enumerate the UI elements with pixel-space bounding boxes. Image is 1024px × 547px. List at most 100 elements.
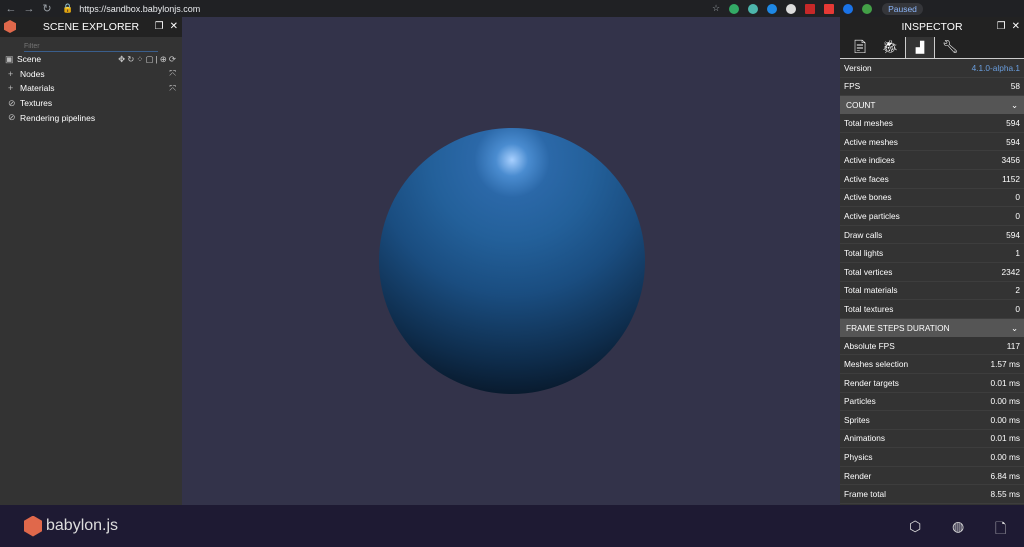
wrench-icon: 🔧︎	[941, 39, 959, 54]
tab-statistics[interactable]: ▟	[905, 36, 935, 58]
inspector-tabs: 📄︎ 🐞︎ ▟ 🔧︎	[840, 36, 1024, 59]
row-value: 117	[1006, 340, 1020, 351]
extension-icon[interactable]	[767, 3, 778, 14]
tab-properties[interactable]: 📄︎	[845, 36, 875, 58]
stat-row: Render targets 0.01 ms	[840, 374, 1024, 393]
row-label: Active particles	[844, 210, 900, 221]
browser-toolbar: ← → ↻ 🔒 https://sandbox.babylonjs.com ☆ P…	[0, 0, 1024, 17]
image-icon: ▣	[5, 53, 14, 64]
expand-icon[interactable]: ⤧	[169, 68, 178, 79]
count-section-header[interactable]: COUNT ⌄	[840, 96, 1024, 115]
edit-cube-icon[interactable]: ⬡	[909, 518, 921, 535]
sphere-mesh	[379, 128, 645, 394]
frame-steps-section-header[interactable]: FRAME STEPS DURATION ⌄	[840, 318, 1024, 337]
row-label: Total lights	[844, 248, 884, 259]
tab-tools[interactable]: 🔧︎	[935, 36, 965, 58]
plus-icon: +	[8, 83, 14, 94]
forward-icon[interactable]: →	[22, 3, 36, 15]
row-label: Total textures	[844, 303, 894, 314]
row-value: 0	[1015, 303, 1020, 314]
extension-icon[interactable]	[824, 3, 835, 14]
gizmo-tools[interactable]: ✥↻⁘▢|⊕⟳	[118, 54, 178, 65]
section-title: COUNT	[846, 100, 876, 111]
chart-icon: ▟	[915, 42, 925, 54]
row-label: FPS	[844, 81, 861, 92]
babylon-logo[interactable]: babylon.js	[24, 515, 119, 537]
scene-explorer-header: SCENE EXPLORER ❐ ✕	[0, 17, 182, 37]
stat-row: Render 6.84 ms	[840, 467, 1024, 486]
row-value: 2342	[1001, 266, 1020, 277]
row-value: 58	[1010, 81, 1020, 92]
reload-icon[interactable]: ↻	[40, 2, 54, 15]
open-file-icon[interactable]: 🗋︎	[995, 518, 1006, 542]
ban-icon: ⊘	[8, 112, 16, 123]
row-label: Version	[844, 62, 872, 73]
version-link[interactable]: 4.1.0-alpha.1	[972, 63, 1020, 73]
stat-row: Total textures 0	[840, 300, 1024, 319]
row-label: Physics	[844, 452, 873, 463]
row-label: Active bones	[844, 192, 892, 203]
stat-row: Meshes selection 1.57 ms	[840, 355, 1024, 374]
stat-row: Frame total 8.55 ms	[840, 485, 1024, 505]
row-label: Sprites	[844, 414, 870, 425]
extension-icon[interactable]	[862, 3, 873, 14]
close-icon[interactable]: ✕	[170, 21, 178, 32]
row-value: 594	[1006, 229, 1020, 240]
expand-icon[interactable]: ⤧	[169, 83, 178, 94]
row-label: Particles	[844, 396, 876, 407]
tree-item-scene[interactable]: ▣ Scene ✥↻⁘▢|⊕⟳	[0, 52, 182, 67]
tree-item-label: Rendering pipelines	[20, 112, 96, 123]
stat-row: Active bones 0	[840, 189, 1024, 208]
profile-button[interactable]: Paused	[882, 2, 923, 15]
stat-row: Active faces 1152	[840, 170, 1024, 189]
tree-item-rendering-pipelines[interactable]: ⊘ Rendering pipelines	[0, 110, 182, 125]
document-icon: 📄︎	[851, 39, 869, 54]
extension-icon[interactable]	[729, 3, 740, 14]
row-label: Active indices	[844, 155, 895, 166]
row-label: Animations	[844, 433, 886, 444]
panel-title: SCENE EXPLORER	[42, 21, 140, 33]
extension-icon[interactable]	[843, 3, 854, 14]
chevron-down-icon: ⌄	[1011, 322, 1018, 333]
address-bar[interactable]: 🔒 https://sandbox.babylonjs.com	[62, 1, 662, 16]
tree-item-label: Materials	[20, 83, 55, 94]
plus-icon: +	[8, 68, 14, 79]
row-value: 1	[1015, 248, 1020, 259]
extension-icon[interactable]	[805, 3, 816, 14]
extension-icon[interactable]	[748, 3, 759, 14]
row-label: Frame total	[844, 489, 886, 500]
stat-row: Total vertices 2342	[840, 263, 1024, 282]
stat-row: Animations 0.01 ms	[840, 430, 1024, 449]
row-value: 0.01 ms	[990, 377, 1020, 388]
ban-icon: ⊘	[8, 97, 16, 108]
row-value: 594	[1006, 136, 1020, 147]
popout-icon[interactable]: ❐	[997, 21, 1006, 32]
inspector-header: INSPECTOR ❐ ✕	[840, 17, 1024, 37]
tab-debug[interactable]: 🐞︎	[875, 36, 905, 58]
row-value: 0.00 ms	[990, 414, 1020, 425]
tree-item-textures[interactable]: ⊘ Textures	[0, 96, 182, 111]
popout-icon[interactable]: ❐	[155, 21, 164, 32]
star-icon[interactable]: ☆	[712, 3, 720, 14]
row-label: Render targets	[844, 377, 899, 388]
tree-item-materials[interactable]: + Materials ⤧	[0, 81, 182, 96]
tree-item-nodes[interactable]: + Nodes ⤧	[0, 67, 182, 82]
environment-icon[interactable]: ◍	[952, 518, 964, 535]
row-value: 0	[1015, 192, 1020, 203]
extension-icon[interactable]	[786, 3, 797, 14]
tree-item-label: Scene	[17, 54, 42, 65]
row-value: 6.84 ms	[990, 470, 1020, 481]
close-icon[interactable]: ✕	[1012, 21, 1020, 32]
row-label: Total materials	[844, 285, 898, 296]
back-icon[interactable]: ←	[4, 3, 18, 15]
stat-row: Particles 0.00 ms	[840, 393, 1024, 412]
row-value: 3456	[1001, 155, 1020, 166]
stat-row: Total meshes 594	[840, 114, 1024, 133]
filter-input[interactable]	[24, 42, 158, 52]
stat-row: Absolute FPS 117	[840, 337, 1024, 356]
fps-row: FPS 58	[840, 78, 1024, 97]
brand-text: babylon.js	[46, 517, 119, 534]
babylon-logo-icon	[4, 20, 16, 33]
row-label: Total vertices	[844, 266, 893, 277]
row-label: Active meshes	[844, 136, 898, 147]
